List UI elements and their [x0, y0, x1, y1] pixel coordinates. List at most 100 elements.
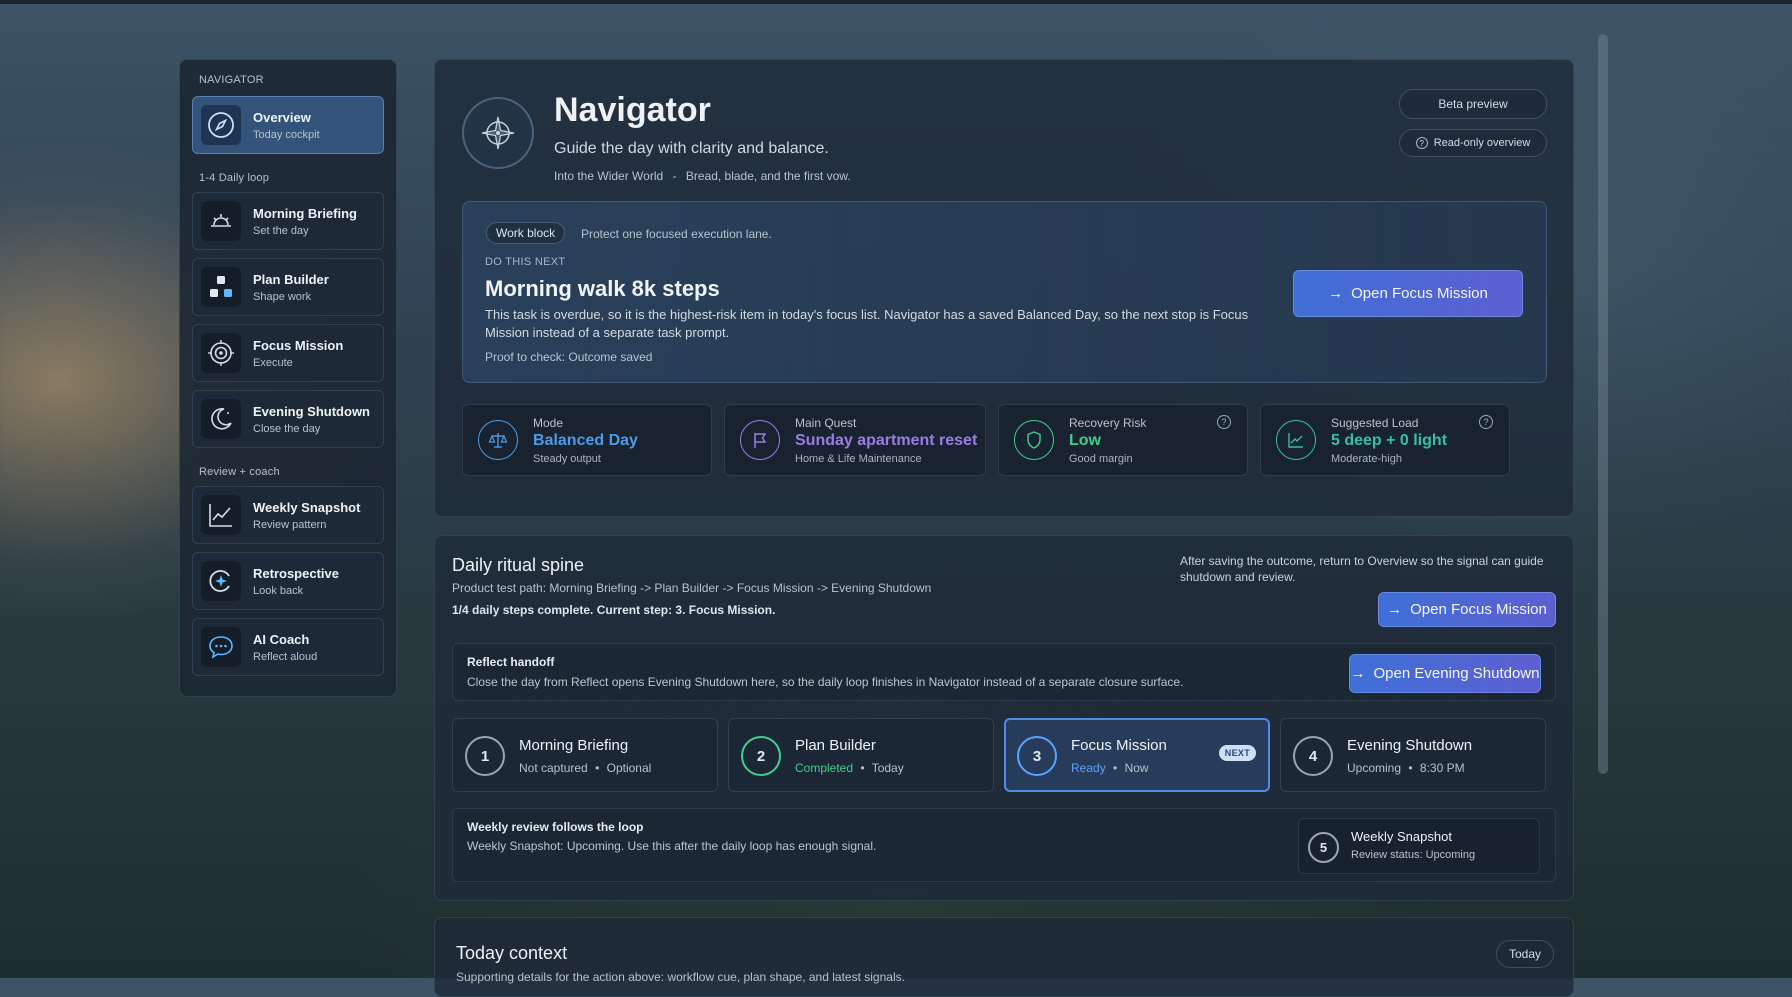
stat-main-quest: Main Quest Sunday apartment reset Home &… [724, 404, 986, 476]
stat-label: Main Quest [795, 416, 857, 430]
story-chapter: Bread, blade, and the first vow. [685, 169, 851, 183]
step-status: Not captured • Optional [519, 761, 651, 775]
sidebar-item-title: Retrospective [253, 566, 339, 581]
step-title: Morning Briefing [519, 737, 629, 754]
page-subtitle: Guide the day with clarity and balance. [554, 140, 829, 157]
step-state: Not captured [519, 761, 588, 775]
spine-progress: 1/4 daily steps complete. Current step: … [452, 603, 776, 617]
help-circle-icon: ? [1415, 137, 1428, 149]
sidebar-item-evening-shutdown[interactable]: Evening Shutdown Close the day [192, 390, 384, 448]
sidebar-item-subtitle: Review pattern [253, 519, 327, 531]
spine-open-focus-mission-button[interactable]: → Open Focus Mission [1378, 592, 1556, 627]
sunrise-icon [201, 201, 241, 241]
stat-mode: Mode Balanced Day Steady output [462, 404, 712, 476]
step-title: Weekly Snapshot [1351, 829, 1452, 844]
weekly-review-description: Weekly Snapshot: Upcoming. Use this afte… [467, 839, 877, 853]
step-status: Upcoming • 8:30 PM [1347, 761, 1465, 775]
step-number: 5 [1308, 832, 1339, 863]
stat-subtext: Good margin [1069, 453, 1133, 465]
sidebar-item-title: Evening Shutdown [253, 404, 370, 419]
scrollbar[interactable] [1598, 34, 1608, 774]
sidebar-item-plan-builder[interactable]: Plan Builder Shape work [192, 258, 384, 316]
sidebar-item-subtitle: Close the day [253, 423, 321, 435]
step-card-morning-briefing[interactable]: 1 Morning Briefing Not captured • Option… [452, 718, 718, 792]
moon-icon [201, 399, 241, 439]
step-status: Completed • Today [795, 761, 904, 775]
stat-suggested-load: ? Suggested Load 5 deep + 0 light Modera… [1260, 404, 1510, 476]
balance-scale-icon [478, 420, 518, 460]
stat-subtext: Home & Life Maintenance [795, 453, 922, 465]
scrollbar-thumb[interactable] [1598, 34, 1608, 774]
stat-value: Low [1069, 432, 1101, 449]
blocks-icon [201, 267, 241, 307]
button-label: Open Focus Mission [1410, 601, 1547, 618]
today-context-title: Today context [456, 943, 568, 963]
step-card-plan-builder[interactable]: 2 Plan Builder Completed • Today [728, 718, 994, 792]
sidebar-item-focus-mission[interactable]: Focus Mission Execute [192, 324, 384, 382]
stat-value: 5 deep + 0 light [1331, 432, 1448, 449]
open-focus-mission-button[interactable]: → Open Focus Mission [1293, 270, 1523, 317]
sidebar-item-title: Weekly Snapshot [253, 500, 361, 515]
sidebar-item-title: Overview [253, 110, 311, 125]
sidebar-item-title: Focus Mission [253, 338, 344, 353]
sidebar: NAVIGATOR Overview Today cockpit 1-4 Dai… [179, 59, 397, 697]
arrow-right-icon: → [1387, 601, 1403, 618]
step-card-focus-mission[interactable]: 3 Focus Mission Ready • Now NEXT [1004, 718, 1270, 792]
stat-recovery-risk: ? Recovery Risk Low Good margin [998, 404, 1248, 476]
next-badge: NEXT [1218, 745, 1256, 761]
step-number: 1 [465, 736, 505, 776]
step-when: Today [871, 761, 904, 775]
step-state: Upcoming [1347, 761, 1402, 775]
window-top-edge [0, 0, 1792, 4]
sidebar-item-subtitle: Execute [253, 357, 293, 369]
sidebar-item-weekly-snapshot[interactable]: Weekly Snapshot Review pattern [192, 486, 384, 544]
today-badge-label: Today [1508, 947, 1542, 961]
page-title: Navigator [554, 91, 711, 129]
trend-icon [1276, 420, 1316, 460]
sidebar-item-subtitle: Reflect aloud [253, 651, 318, 663]
status-separator: • [1408, 761, 1413, 775]
sidebar-item-title: Plan Builder [253, 272, 329, 287]
stat-subtext: Moderate-high [1331, 453, 1402, 465]
step-state: Completed [795, 761, 854, 775]
step-when: Now [1124, 761, 1149, 775]
weekly-snapshot-step[interactable]: 5 Weekly Snapshot Review status: Upcomin… [1298, 818, 1540, 874]
spine-title: Daily ritual spine [452, 555, 585, 575]
step-state: Ready [1071, 761, 1106, 775]
flag-icon [740, 420, 780, 460]
sidebar-section-daily: 1-4 Daily loop [199, 172, 270, 184]
story-meta: Into the Wider World - Bread, blade, and… [554, 169, 851, 183]
arrow-right-icon: → [1328, 285, 1344, 302]
sidebar-item-morning-briefing[interactable]: Morning Briefing Set the day [192, 192, 384, 250]
shield-icon [1014, 420, 1054, 460]
sidebar-item-title: Morning Briefing [253, 206, 357, 221]
step-status: Review status: Upcoming [1351, 849, 1476, 861]
target-icon [201, 333, 241, 373]
sidebar-item-ai-coach[interactable]: AI Coach Reflect aloud [192, 618, 384, 676]
sidebar-item-retrospective[interactable]: Retrospective Look back [192, 552, 384, 610]
stat-label: Recovery Risk [1069, 416, 1147, 430]
open-evening-shutdown-button[interactable]: → Open Evening Shutdown [1349, 654, 1541, 693]
step-number: 3 [1017, 736, 1057, 776]
sidebar-item-subtitle: Shape work [253, 291, 312, 303]
compass-rose-icon [481, 116, 515, 150]
status-separator: • [860, 761, 865, 775]
chat-icon [201, 627, 241, 667]
step-title: Focus Mission [1071, 737, 1167, 754]
next-task-description: This task is overdue, so it is the highe… [485, 307, 1249, 340]
story-world: Into the Wider World [554, 169, 664, 183]
help-circle-icon[interactable]: ? [1217, 415, 1231, 429]
beta-preview-badge: Beta preview [1399, 89, 1547, 119]
sidebar-item-overview[interactable]: Overview Today cockpit [192, 96, 384, 154]
step-card-evening-shutdown[interactable]: 4 Evening Shutdown Upcoming • 8:30 PM [1280, 718, 1546, 792]
line-chart-icon [201, 495, 241, 535]
retro-icon [201, 561, 241, 601]
read-only-badge: ? Read-only overview [1399, 129, 1547, 157]
help-circle-icon[interactable]: ? [1479, 415, 1493, 429]
handoff-description: Close the day from Reflect opens Evening… [467, 675, 1184, 689]
step-when: 8:30 PM [1419, 761, 1465, 775]
work-block-tag: Work block [486, 222, 566, 244]
today-context-subtitle: Supporting details for the action above:… [456, 970, 905, 984]
stat-value: Sunday apartment reset [795, 432, 978, 449]
step-status: Ready • Now [1071, 761, 1149, 775]
